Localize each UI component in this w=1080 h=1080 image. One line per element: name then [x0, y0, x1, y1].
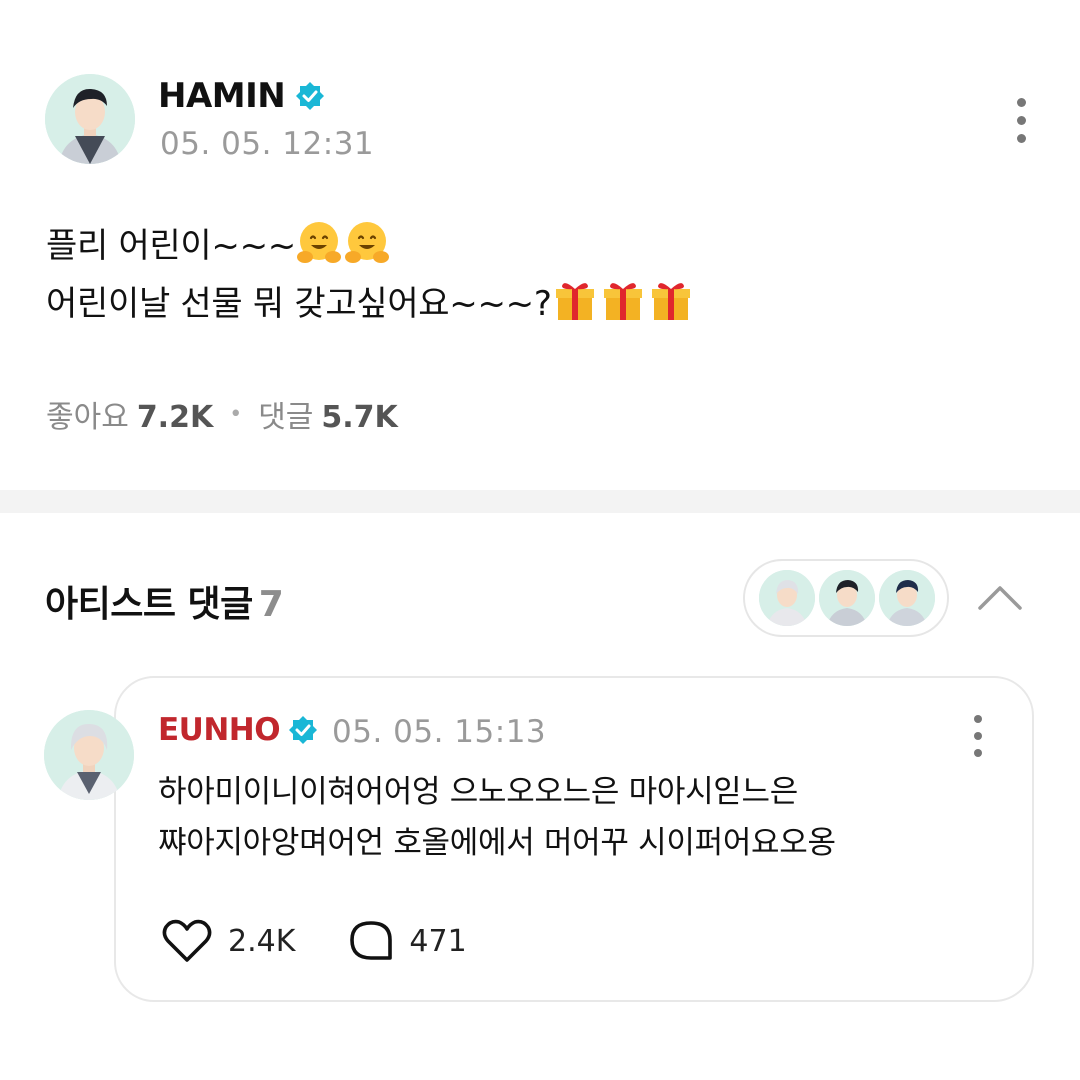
comments-label: 댓글 — [258, 400, 314, 435]
post-stats: 좋아요 7.2K • 댓글 5.7K — [46, 392, 398, 436]
comments-stat[interactable]: 댓글 5.7K — [258, 392, 398, 436]
post-author-label[interactable]: HAMIN — [158, 76, 286, 116]
verified-badge-icon — [296, 82, 325, 110]
comment-more-options-icon[interactable] — [968, 715, 988, 757]
hugging-face-emoji-icon — [344, 222, 389, 263]
artist-avatar-silver-hair — [759, 570, 815, 626]
post-more-options-icon[interactable] — [1011, 98, 1031, 143]
gift-emoji-icon — [555, 283, 594, 320]
likes-label: 좋아요 — [46, 400, 129, 435]
comment-body: 하아미이니이혀어어엉 으노오오느은 마아시읻느은 쨔아지아앙며어언 호올에에서 … — [158, 767, 836, 869]
comment-text-line-2: 쨔아지아앙며어언 호올에에서 머어꾸 시이퍼어요오옹 — [158, 825, 836, 861]
author-avatar[interactable] — [45, 74, 135, 164]
comment-like-button[interactable]: 2.4K — [160, 918, 295, 964]
artist-avatar-navy-hair — [879, 570, 935, 626]
likes-count: 7.2K — [136, 400, 214, 435]
heart-icon — [162, 919, 212, 962]
artist-avatar-dark-hair — [819, 570, 875, 626]
comment-author-name[interactable]: EUNHO — [158, 712, 318, 748]
comment-author-label[interactable]: EUNHO — [158, 712, 281, 748]
artist-avatar-group[interactable] — [743, 559, 949, 637]
post-text-line-2: 어린이날 선물 뭐 갖고싶어요~~~? — [46, 284, 552, 324]
comment-reply-count: 471 — [409, 923, 467, 959]
gift-emoji-icon — [603, 283, 642, 320]
likes-stat[interactable]: 좋아요 7.2K — [46, 392, 213, 436]
comment-reply-button[interactable]: 471 — [347, 918, 467, 964]
post-body: 플리 어린이~~~ 어린이날 선물 뭐 갖고싶어요~~~? — [46, 217, 696, 333]
verified-badge-icon — [289, 716, 318, 744]
chevron-up-icon[interactable] — [976, 578, 1024, 614]
comment-like-count: 2.4K — [228, 923, 296, 959]
comment-text-line-1: 하아미이니이혀어어엉 으노오오느은 마아시읻느은 — [158, 774, 798, 810]
artist-comments-title: 아티스트 댓글 7 — [45, 575, 284, 627]
comments-count: 5.7K — [321, 400, 398, 435]
post-body-line-2: 어린이날 선물 뭐 갖고싶어요~~~? — [46, 275, 696, 333]
artist-comments-count: 7 — [258, 584, 284, 625]
post-body-line-1: 플리 어린이~~~ — [46, 217, 696, 275]
section-divider — [0, 490, 1080, 513]
artist-comments-label: 아티스트 댓글 — [45, 584, 253, 625]
speech-bubble-icon — [350, 921, 393, 960]
post-text-line-1: 플리 어린이~~~ — [46, 226, 296, 266]
comment-actions: 2.4K 471 — [160, 918, 519, 964]
hugging-face-emoji-icon — [296, 222, 341, 263]
post-timestamp: 05. 05. 12:31 — [160, 126, 375, 162]
post-author-name[interactable]: HAMIN — [158, 76, 325, 116]
gift-emoji-icon — [651, 283, 690, 320]
stats-separator: • — [229, 401, 243, 427]
comment-timestamp: 05. 05. 15:13 — [332, 714, 547, 750]
comment-author-avatar[interactable] — [44, 710, 134, 800]
